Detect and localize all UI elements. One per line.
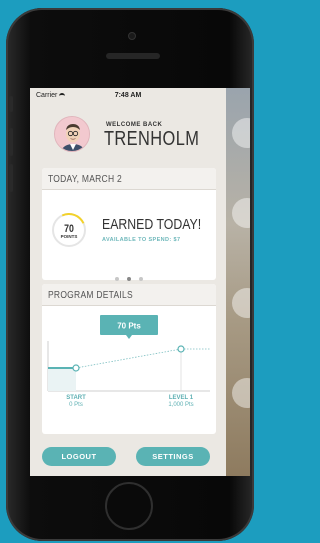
tooltip-text: 70 Pts (117, 322, 141, 331)
program-title: PROGRAM DETAILS (48, 290, 133, 301)
today-card: TODAY, MARCH 2 70 POINTS EARNED TODAY! A… (42, 168, 216, 281)
points-unit: POINTS (60, 234, 78, 239)
points-ring: 70 POINTS (47, 208, 91, 252)
side-bubble (232, 288, 250, 318)
side-bubble (232, 118, 250, 148)
today-card-header: TODAY, MARCH 2 (42, 168, 216, 190)
level-label-text: LEVEL 1 (168, 395, 194, 401)
program-card: PROGRAM DETAILS 70 Pts START 0 Pts LEVEL… (42, 284, 216, 434)
page-dot[interactable] (114, 277, 119, 281)
clock: 7:48 AM (114, 92, 142, 99)
start-label: START 0 Pts (56, 395, 96, 409)
progress-chart: 70 Pts (47, 315, 210, 392)
tooltip-pointer (126, 335, 132, 339)
background-photo-panel (226, 88, 250, 476)
settings-button[interactable]: SETTINGS (136, 447, 210, 466)
program-card-header: PROGRAM DETAILS (42, 284, 216, 306)
page-dot-active[interactable] (127, 277, 131, 281)
side-bubble (232, 378, 250, 408)
level-value: 1,000 Pts (168, 402, 194, 408)
level-label: LEVEL 1 1,000 Pts (161, 395, 201, 409)
level-point[interactable] (177, 345, 185, 353)
avatar-illustration (55, 117, 89, 151)
app-view: Carrier 7:48 AM WELCOME BACK TRENHOLM TO… (30, 88, 226, 476)
progress-fill (48, 368, 76, 391)
start-label-text: START (66, 395, 86, 401)
target-trend-line (75, 348, 182, 369)
earned-today-title: EARNED TODAY! (102, 216, 202, 233)
status-bar: Carrier 7:48 AM (30, 88, 226, 102)
available-to-spend: AVAILABLE TO SPEND: $7 (102, 237, 181, 243)
volume-down-button (9, 164, 13, 192)
screen: Carrier 7:48 AM WELCOME BACK TRENHOLM TO… (30, 88, 250, 476)
page-dot[interactable] (139, 277, 144, 281)
home-button[interactable] (105, 482, 153, 530)
mute-switch (9, 96, 13, 112)
avatar[interactable] (54, 116, 90, 152)
date-label: TODAY, MARCH 2 (48, 174, 122, 185)
user-name: TRENHOLM (104, 128, 200, 150)
current-point[interactable] (72, 364, 80, 372)
earpiece-speaker (106, 53, 160, 59)
side-bubble (232, 198, 250, 228)
phone-frame: Carrier 7:48 AM WELCOME BACK TRENHOLM TO… (6, 8, 254, 541)
start-value: 0 Pts (69, 402, 83, 408)
logout-button[interactable]: LOGOUT (42, 447, 116, 466)
volume-up-button (9, 128, 13, 156)
front-camera (128, 32, 136, 40)
